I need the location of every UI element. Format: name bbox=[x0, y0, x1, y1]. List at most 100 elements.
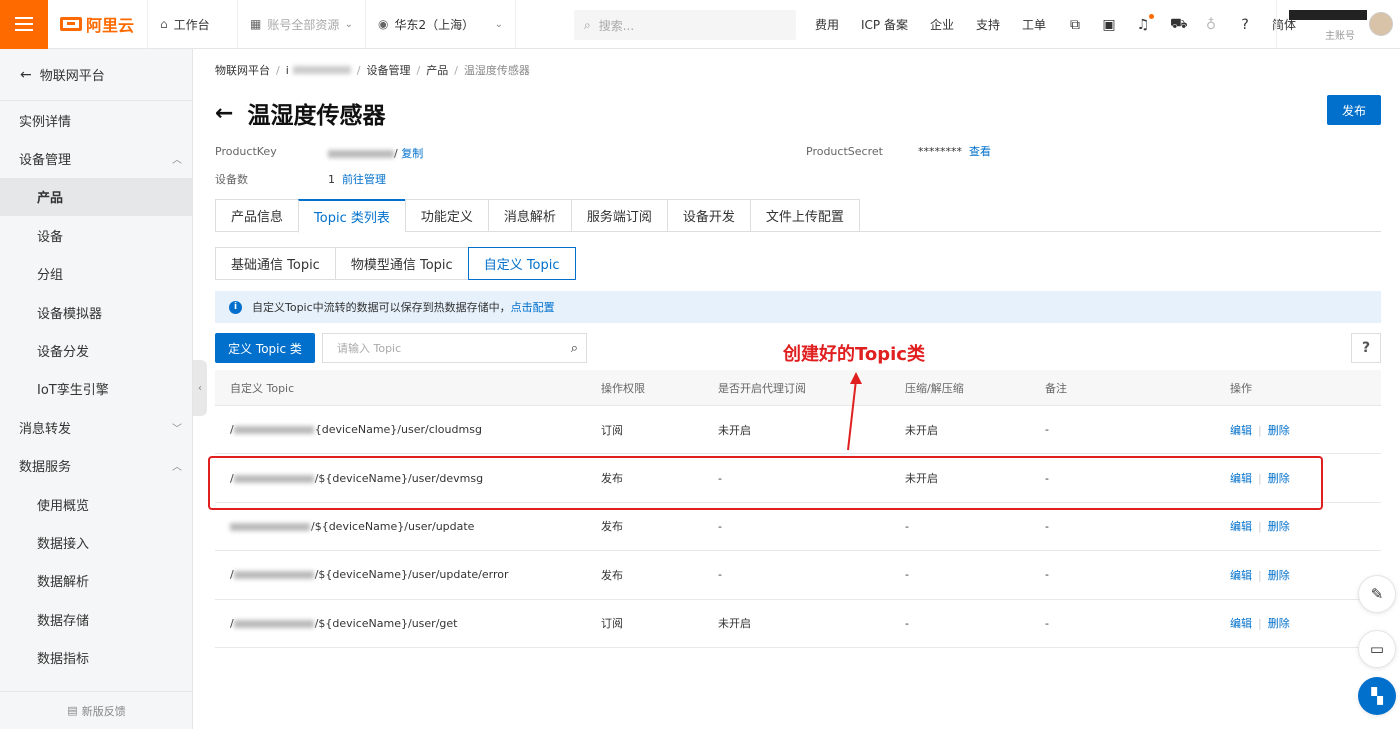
device-count-value: 1 前往管理 bbox=[328, 171, 386, 187]
subtab[interactable]: 自定义 Topic bbox=[467, 247, 576, 280]
breadcrumb: 物联网平台 / i / 设备管理 / 产品 / 温湿度传感器 bbox=[215, 62, 530, 78]
sidebar-item[interactable]: 数据服务 ︿ bbox=[0, 447, 192, 485]
tab[interactable]: 设备开发 bbox=[666, 199, 750, 232]
link-enterprise[interactable]: 企业 bbox=[930, 16, 954, 33]
sidebar-item[interactable]: 实例详情 bbox=[0, 101, 192, 139]
note-cell: - bbox=[1045, 519, 1049, 533]
sidebar-item-label: 产品 bbox=[37, 191, 64, 207]
link-icp[interactable]: ICP 备案 bbox=[861, 16, 908, 33]
account-scope-dropdown[interactable]: ▦ 账号全部资源 ⌄ bbox=[238, 0, 366, 49]
define-topic-button[interactable]: 定义 Topic 类 bbox=[215, 333, 315, 363]
logo[interactable]: 阿里云 bbox=[48, 0, 148, 49]
cloud-shell-icon[interactable]: ⧉ bbox=[1068, 17, 1082, 33]
delete-link[interactable]: 删除 bbox=[1268, 520, 1290, 533]
view-secret-link[interactable]: 查看 bbox=[969, 145, 991, 158]
product-key-value: / 复制 bbox=[328, 145, 423, 161]
edit-link[interactable]: 编辑 bbox=[1230, 520, 1252, 533]
sidebar-item[interactable]: 数据解析 bbox=[0, 562, 192, 600]
tab[interactable]: 文件上传配置 bbox=[749, 199, 860, 232]
sidebar-item[interactable]: 使用概览 bbox=[0, 485, 192, 523]
sidebar-item-label: 数据存储 bbox=[37, 613, 90, 629]
edit-link[interactable]: 编辑 bbox=[1230, 424, 1252, 437]
sidebar-item[interactable]: 设备模拟器 bbox=[0, 293, 192, 331]
help-button[interactable]: ? bbox=[1351, 333, 1381, 363]
workbench-button[interactable]: ⌂ 工作台 bbox=[148, 0, 238, 49]
breadcrumb-product[interactable]: 产品 bbox=[426, 62, 448, 78]
feedback-button[interactable]: ▤ 新版反馈 bbox=[0, 691, 193, 729]
table-row: //${deviceName}/user/get 订阅 未开启 - - 编辑 | 删除 bbox=[215, 600, 1381, 648]
chevron-down-icon: ⌄ bbox=[494, 18, 503, 30]
tab[interactable]: 功能定义 bbox=[404, 199, 488, 232]
link-ticket[interactable]: 工单 bbox=[1022, 16, 1046, 33]
cart-icon[interactable]: ⛟ bbox=[1170, 16, 1188, 34]
annotation-arrow bbox=[847, 372, 862, 451]
subtab[interactable]: 物模型通信 Topic bbox=[334, 247, 469, 280]
topic-search-input[interactable]: 请输入 Topic ⌕ bbox=[322, 333, 587, 363]
sidebar-item[interactable]: 数据接入 bbox=[0, 523, 192, 561]
sidebar-item-label: 设备分发 bbox=[37, 345, 90, 361]
chat-icon: ▭ bbox=[1369, 640, 1385, 658]
sidebar-item-label: IoT孪生引擎 bbox=[37, 383, 109, 399]
sidebar-item[interactable]: 产品 bbox=[0, 177, 192, 217]
user-menu[interactable]: 主账号 bbox=[1276, 0, 1400, 49]
highlight-box bbox=[208, 456, 1323, 510]
delete-link[interactable]: 删除 bbox=[1268, 424, 1290, 437]
permission-cell: 发布 bbox=[601, 568, 623, 582]
tab[interactable]: 消息解析 bbox=[487, 199, 571, 232]
redacted-instance-id bbox=[292, 66, 351, 74]
note-cell: - bbox=[1045, 568, 1049, 582]
edit-link[interactable]: 编辑 bbox=[1230, 617, 1252, 630]
topic-cell: /${deviceName}/user/update bbox=[215, 520, 601, 533]
help-icon[interactable]: ? bbox=[1238, 17, 1252, 33]
breadcrumb-device-mgmt[interactable]: 设备管理 bbox=[367, 62, 411, 78]
copy-link[interactable]: 复制 bbox=[401, 147, 423, 160]
delete-link[interactable]: 删除 bbox=[1268, 617, 1290, 630]
sidebar-collapse-handle[interactable]: ‹ bbox=[193, 360, 207, 416]
sidebar-item[interactable]: 分组 bbox=[0, 255, 192, 293]
global-search[interactable]: ⌕ 搜索... bbox=[574, 10, 796, 40]
link-support[interactable]: 支持 bbox=[976, 16, 1000, 33]
product-tabs: 产品信息 Topic 类列表 功能定义 消息解析 服务端订阅 设备开发 文件上传配置 bbox=[215, 199, 1381, 233]
header-permission: 操作权限 bbox=[601, 381, 645, 395]
avatar[interactable] bbox=[1369, 12, 1393, 36]
terminal-icon[interactable]: ▣ bbox=[1102, 17, 1116, 33]
tab[interactable]: 服务端订阅 bbox=[570, 199, 667, 232]
region-dropdown[interactable]: ◉ 华东2（上海） ⌄ bbox=[366, 0, 516, 49]
sidebar-item[interactable]: 设备管理 ︿ bbox=[0, 139, 192, 177]
sidebar-item-label: 分组 bbox=[37, 268, 64, 284]
info-notice: i 自定义Topic中流转的数据可以保存到热数据存储中， 点击配置 bbox=[215, 291, 1381, 323]
subtab[interactable]: 基础通信 Topic bbox=[215, 247, 336, 280]
sidebar-item-label: 数据解析 bbox=[37, 575, 90, 591]
breadcrumb-instance[interactable]: i bbox=[286, 64, 289, 77]
sidebar-item[interactable]: 设备分发 bbox=[0, 331, 192, 369]
breadcrumb-root[interactable]: 物联网平台 bbox=[215, 62, 270, 78]
feedback-icon: ▤ bbox=[67, 704, 78, 717]
link-fee[interactable]: 费用 bbox=[815, 16, 839, 33]
sidebar-item-label: 数据服务 bbox=[19, 460, 72, 476]
permission-cell: 订阅 bbox=[601, 423, 623, 437]
menu-icon[interactable] bbox=[0, 0, 48, 49]
sidebar-item[interactable]: 设备 bbox=[0, 216, 192, 254]
sidebar-item[interactable]: IoT孪生引擎 bbox=[0, 370, 192, 408]
sidebar-item[interactable]: 数据指标 bbox=[0, 638, 192, 676]
notice-config-link[interactable]: 点击配置 bbox=[511, 299, 555, 315]
ops-cell: 编辑 | 删除 bbox=[1230, 423, 1290, 437]
manage-link[interactable]: 前往管理 bbox=[342, 173, 386, 186]
grid-icon: ▦ bbox=[250, 17, 262, 31]
bell-icon[interactable]: ♫ bbox=[1136, 13, 1155, 33]
bulb-icon[interactable]: ♁ bbox=[1204, 17, 1218, 33]
chat-float-button[interactable]: ▭ bbox=[1358, 630, 1396, 668]
publish-button[interactable]: 发布 bbox=[1327, 95, 1381, 125]
tab[interactable]: 产品信息 bbox=[215, 199, 299, 232]
back-arrow-icon[interactable]: ← bbox=[215, 101, 233, 126]
apps-float-button[interactable]: ▚ bbox=[1358, 677, 1396, 715]
delete-link[interactable]: 删除 bbox=[1268, 569, 1290, 582]
tab[interactable]: Topic 类列表 bbox=[298, 199, 405, 233]
sidebar-item[interactable]: 消息转发 ﹀ bbox=[0, 408, 192, 446]
search-icon[interactable]: ⌕ bbox=[571, 341, 578, 356]
sidebar-item[interactable]: 数据存储 bbox=[0, 600, 192, 638]
edit-link[interactable]: 编辑 bbox=[1230, 569, 1252, 582]
feedback-label: 新版反馈 bbox=[81, 704, 126, 718]
back-to-iot-platform[interactable]: ← 物联网平台 bbox=[0, 49, 192, 101]
edit-float-button[interactable]: ✎ bbox=[1358, 575, 1396, 613]
